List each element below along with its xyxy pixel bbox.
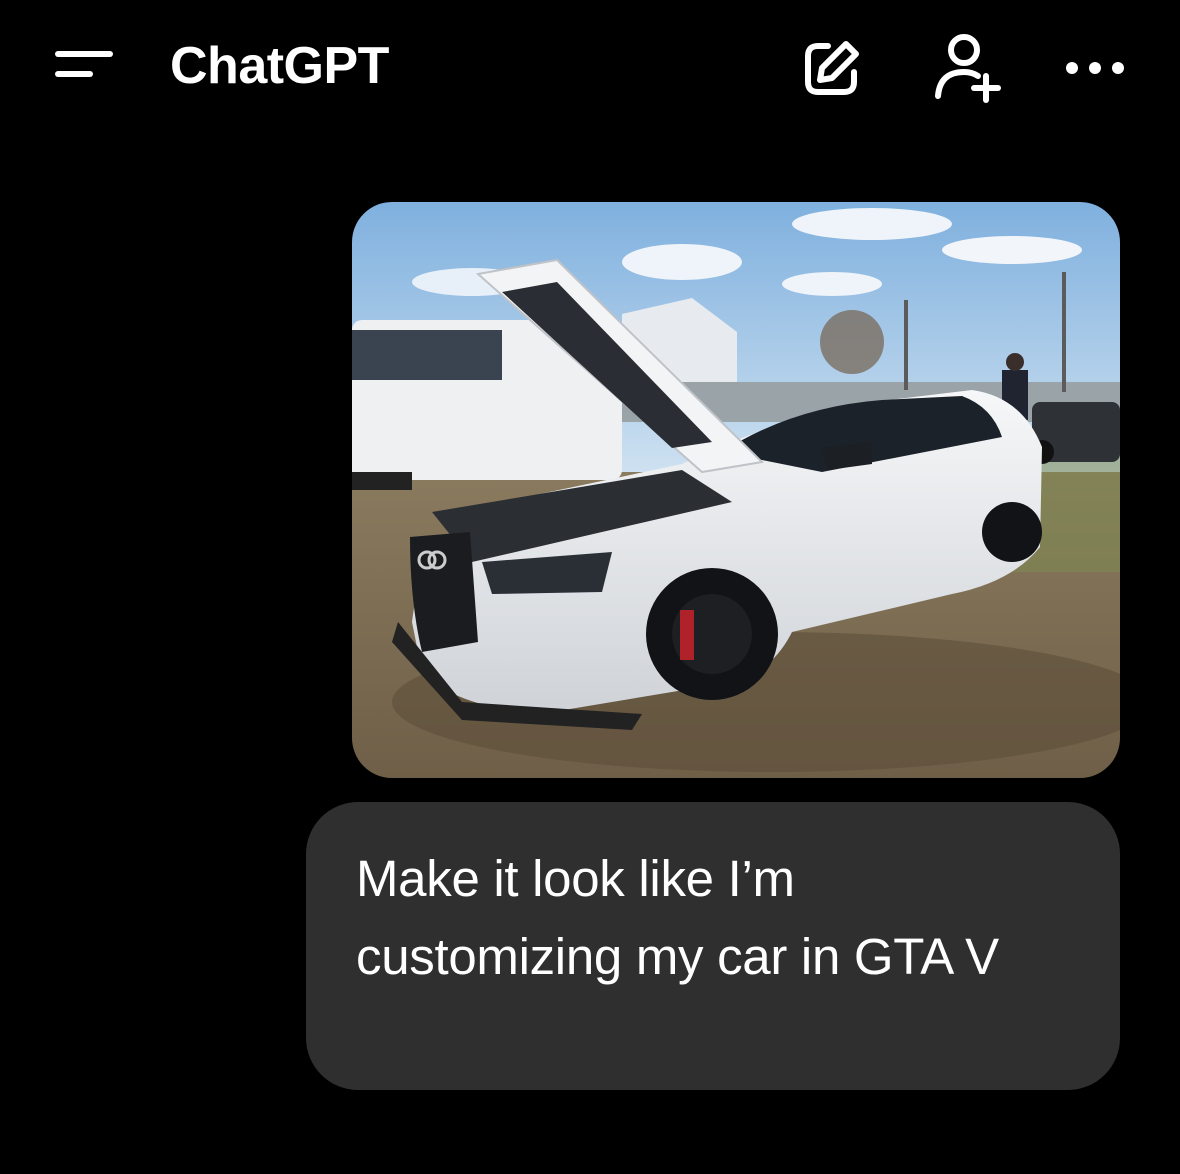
compose-icon: [805, 41, 859, 95]
sidebar-menu-button[interactable]: [50, 40, 116, 90]
user-image-attachment[interactable]: [352, 202, 1120, 778]
add-person-icon: [935, 34, 1001, 103]
more-horizontal-icon: [1066, 62, 1124, 74]
car-photo: [352, 202, 1120, 778]
add-people-button[interactable]: [928, 30, 1004, 106]
top-bar: ChatGPT: [0, 0, 1180, 140]
user-message-text: Make it look like I’m customizing my car…: [356, 850, 999, 985]
user-message-bubble: Make it look like I’m customizing my car…: [306, 802, 1120, 1090]
menu-icon: [55, 51, 113, 77]
new-chat-button[interactable]: [800, 36, 864, 100]
more-options-button[interactable]: [1062, 54, 1128, 84]
app-title: ChatGPT: [170, 37, 389, 95]
